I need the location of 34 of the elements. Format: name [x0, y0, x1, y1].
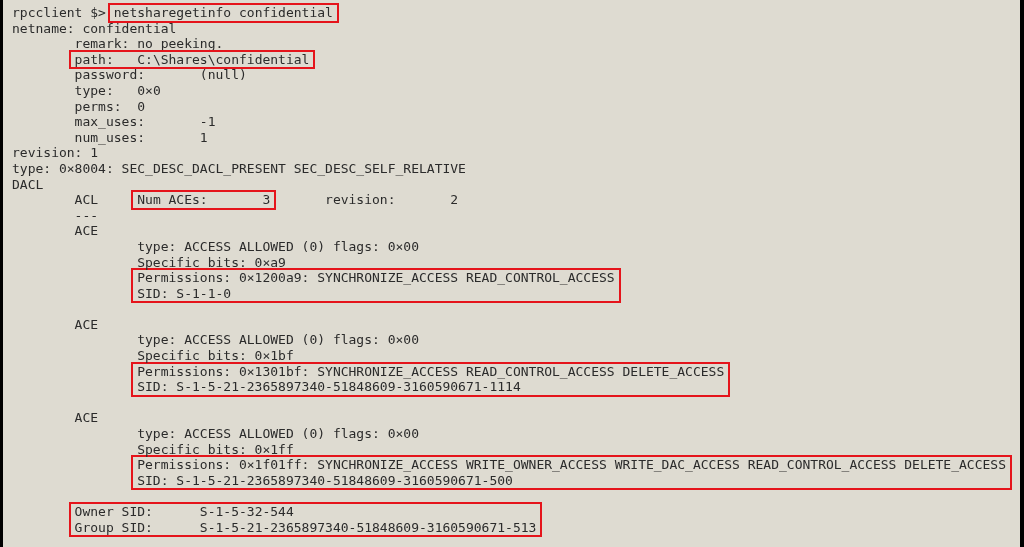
terminal-text: Group SID: S-1-5-21-2365897340-51848609-3160590671-513: [74, 519, 537, 536]
terminal-text: Owner SID: S-1-5-32-544: [74, 504, 295, 520]
terminal-text: password: (null): [74, 67, 247, 83]
terminal-text: type: ACCESS ALLOWED (0) flags: 0×00: [137, 238, 419, 254]
terminal-text: Specific bits: 0×1bf: [137, 348, 294, 364]
terminal-text: SID: S-1-5-21-2365897340-51848609-3160590671-1114: [137, 379, 522, 395]
terminal-text: perms: 0: [74, 98, 146, 114]
terminal-text: DACL: [12, 176, 44, 192]
terminal-text: SID: S-1-5-21-2365897340-51848609-3160590671-500: [137, 472, 514, 489]
terminal-text: ACE: [74, 316, 99, 332]
terminal-text: num_uses: 1: [74, 129, 208, 145]
terminal-text: type: 0×8004: SEC_DESC_DACL_PRESENT SEC_DESC_SELF_RELATIVE: [12, 160, 466, 176]
terminal-text: max_uses: -1: [74, 114, 216, 130]
highlighted-text: netsharegetinfo confidential: [107, 3, 339, 23]
terminal-text: ACE: [74, 410, 99, 426]
terminal-text: type: ACCESS ALLOWED (0) flags: 0×00: [137, 332, 419, 348]
highlighted-text: path: C:\Shares\confidential: [68, 49, 316, 70]
terminal-text: netname: confidential: [12, 20, 177, 36]
terminal-text: revision: 2: [324, 192, 459, 208]
highlighted-text: Num ACEs: 3: [131, 190, 277, 210]
terminal-text: Permissions: 0×1f01ff: SYNCHRONIZE_ACCESS WRITE_OWNER_ACCESS WRITE_DAC_ACCESS READ_CONTROL_ACCESS DELETE_ACCESS: [137, 457, 1006, 473]
terminal-text: SID: S-1-1-0: [137, 285, 233, 302]
terminal-text: Specific bits: 0×a9: [137, 254, 286, 270]
terminal-text: remark: no peeking.: [74, 36, 224, 52]
terminal-text: Permissions: 0×1301bf: SYNCHRONIZE_ACCESS READ_CONTROL_ACCESS DELETE_ACCESS: [137, 363, 725, 380]
terminal-text: ACL: [74, 192, 100, 208]
terminal-text: type: 0×0: [74, 82, 161, 98]
terminal-text: revision: 1: [12, 145, 99, 161]
terminal-text: ---: [74, 207, 99, 223]
terminal-text: Permissions: 0×1200a9: SYNCHRONIZE_ACCESS READ_CONTROL_ACCESS: [137, 270, 615, 286]
terminal-text: type: ACCESS ALLOWED (0) flags: 0×00: [137, 426, 419, 442]
terminal-text: rpcclient $>: [12, 5, 107, 20]
terminal-text: ACE: [74, 223, 99, 239]
terminal-text: Specific bits: 0×1ff: [137, 441, 294, 457]
